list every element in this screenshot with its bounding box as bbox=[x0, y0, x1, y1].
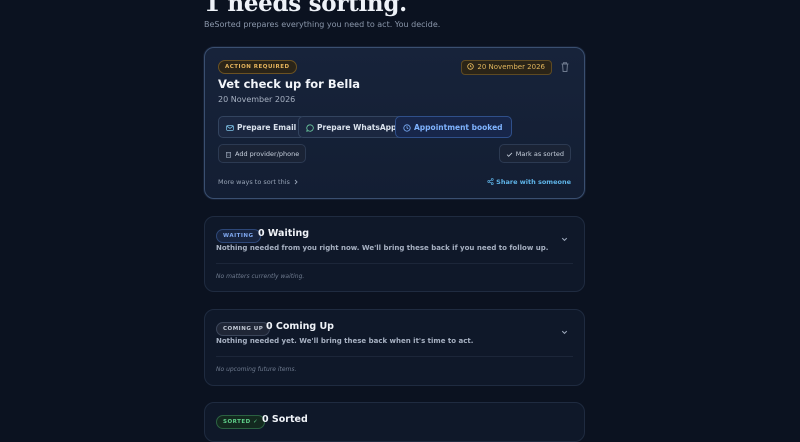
coming-up-title: 0 Coming Up bbox=[266, 321, 334, 332]
share-link[interactable]: Share with someone bbox=[487, 178, 571, 186]
due-date-text: 20 November 2026 bbox=[477, 63, 545, 71]
due-date-badge: 20 November 2026 bbox=[461, 60, 552, 75]
mark-as-sorted-label: Mark as sorted bbox=[515, 150, 564, 158]
calendar-icon bbox=[467, 63, 475, 70]
trash-icon[interactable] bbox=[560, 61, 570, 73]
building-icon bbox=[226, 152, 231, 158]
prepare-email-label: Prepare Email bbox=[237, 123, 297, 132]
waiting-empty-text: No matters currently waiting. bbox=[216, 273, 305, 280]
item-title: Vet check up for Bella bbox=[218, 77, 361, 91]
chevron-down-icon[interactable] bbox=[560, 235, 569, 244]
more-ways-label: More ways to sort this bbox=[218, 178, 290, 186]
prepare-email-button[interactable]: Prepare Email bbox=[218, 116, 306, 138]
waiting-section[interactable]: WAITING 0 Waiting Nothing needed from yo… bbox=[204, 216, 585, 292]
check-icon bbox=[506, 152, 512, 157]
item-date: 20 November 2026 bbox=[218, 95, 296, 104]
share-label: Share with someone bbox=[496, 178, 571, 186]
action-required-badge: ACTION REQUIRED bbox=[218, 60, 297, 74]
action-card: ACTION REQUIRED 20 November 2026 Vet che… bbox=[204, 47, 585, 199]
sorted-badge: SORTED ✓ bbox=[216, 415, 266, 429]
prepare-whatsapp-label: Prepare WhatsApp bbox=[317, 123, 397, 132]
sorted-title: 0 Sorted bbox=[262, 414, 308, 425]
divider bbox=[216, 356, 573, 357]
add-provider-label: Add provider/phone bbox=[235, 150, 300, 158]
appointment-booked-label: Appointment booked bbox=[414, 123, 503, 132]
chevron-down-icon[interactable] bbox=[560, 328, 569, 337]
coming-up-section[interactable]: COMING UP 0 Coming Up Nothing needed yet… bbox=[204, 309, 585, 386]
mail-icon bbox=[226, 125, 234, 131]
share-icon bbox=[487, 178, 494, 185]
waiting-title: 0 Waiting bbox=[258, 228, 310, 239]
add-provider-button[interactable]: Add provider/phone bbox=[218, 144, 307, 163]
mark-as-sorted-button[interactable]: Mark as sorted bbox=[498, 144, 571, 163]
coming-up-badge: COMING UP bbox=[216, 322, 271, 336]
waiting-description: Nothing needed from you right now. We'll… bbox=[216, 244, 549, 252]
chevron-right-icon bbox=[294, 179, 298, 185]
page-subtitle: BeSorted prepares everything you need to… bbox=[204, 20, 441, 29]
more-ways-link[interactable]: More ways to sort this bbox=[218, 178, 299, 186]
coming-up-description: Nothing needed yet. We'll bring these ba… bbox=[216, 337, 474, 345]
waiting-badge: WAITING bbox=[216, 229, 261, 243]
clock-icon bbox=[403, 124, 411, 132]
appointment-booked-button[interactable]: Appointment booked bbox=[395, 116, 512, 138]
page-title: 1 needs sorting. bbox=[204, 0, 407, 17]
divider bbox=[216, 263, 573, 264]
prepare-whatsapp-button[interactable]: Prepare WhatsApp bbox=[298, 116, 406, 138]
whatsapp-icon bbox=[306, 124, 314, 132]
sorted-section[interactable]: SORTED ✓ 0 Sorted bbox=[204, 402, 585, 442]
coming-up-empty-text: No upcoming future items. bbox=[216, 366, 297, 373]
